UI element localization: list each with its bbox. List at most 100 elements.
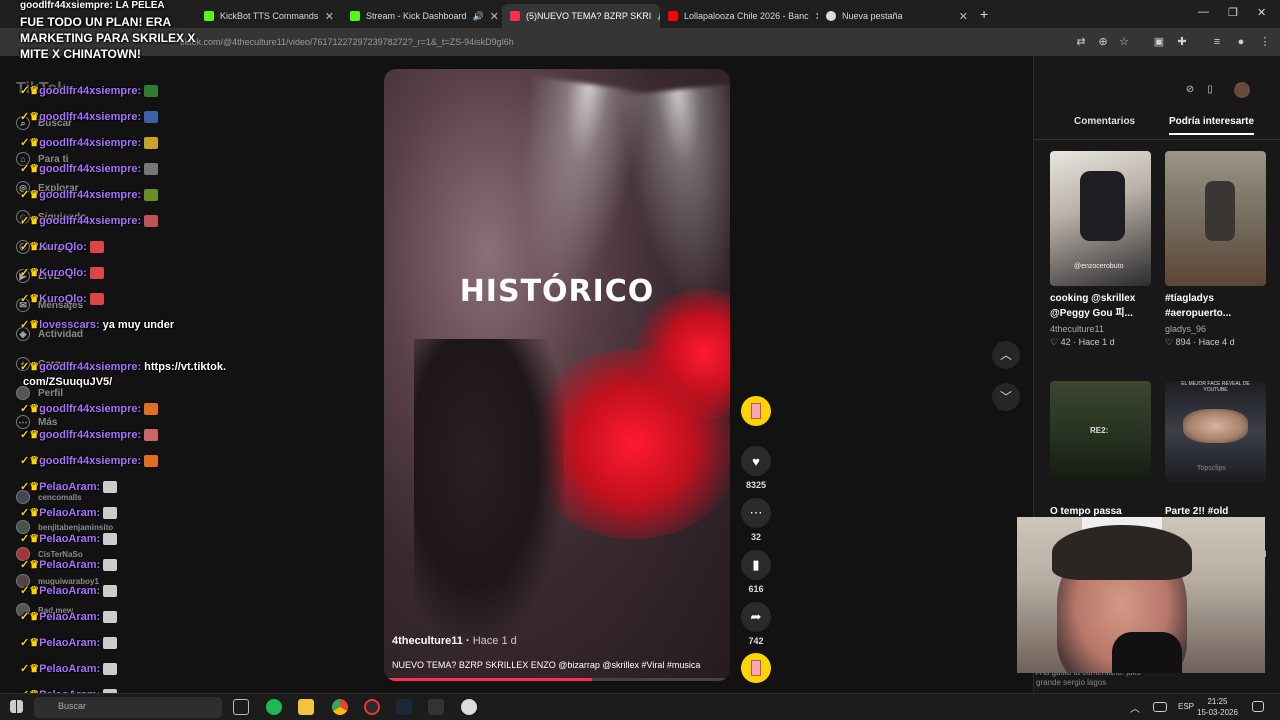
taskbar-search[interactable]: Buscar (34, 697, 222, 718)
kick-favicon-icon (350, 11, 360, 21)
translate-icon[interactable]: ⇄ (1075, 36, 1087, 48)
video-author[interactable]: 4theculture11 · Hace 1 d (392, 635, 517, 647)
notifications-icon[interactable] (1252, 701, 1264, 712)
save-button[interactable]: ▮ 616 (740, 550, 772, 594)
new-tab-button[interactable]: + (980, 6, 988, 22)
tab-tiktok[interactable]: (5)NUEVO TEMA? BZRP SKRI 🔊 ✕ (502, 4, 660, 28)
chat-badge-icon: ✓♛ (20, 559, 40, 571)
chat-username: goodlfr44xsiempre: (39, 137, 142, 149)
tab-lollapalooza[interactable]: Lollapalooza Chile 2026 - Banc ✕ (660, 4, 818, 28)
emote-icon (103, 533, 118, 546)
chat-username: lovesscars: (39, 319, 100, 331)
chat-badge-icon: ✓♛ (20, 455, 40, 467)
save-count: 616 (748, 584, 764, 594)
tab-new[interactable]: Nueva pestaña ✕ (818, 4, 976, 28)
reading-list-icon[interactable]: ≡ (1211, 36, 1223, 48)
compass-icon[interactable]: ⊘ (1182, 82, 1198, 98)
thumbnail-sublabel: Topsclips (1197, 465, 1226, 472)
chat-username: goodlfr44xsiempre: (39, 455, 142, 467)
card-user[interactable]: 4theculture11 (1050, 324, 1104, 334)
install-icon[interactable]: ⊕ (1097, 36, 1109, 48)
chat-username: PelaoAram: (39, 611, 101, 623)
task-view-icon[interactable] (233, 699, 249, 715)
like-button[interactable]: ♥ 8325 (740, 446, 772, 490)
previous-video-button[interactable]: ︿ (992, 341, 1020, 369)
share-button[interactable]: ➦ 742 (740, 602, 772, 646)
next-video-button[interactable]: ﹀ (992, 383, 1020, 411)
app-icon[interactable] (428, 699, 444, 715)
clock-time: 21:25 (1207, 697, 1228, 706)
close-tab-icon[interactable]: ✕ (325, 10, 334, 23)
thumbnail-label: EL MEJOR FACE REVEAL DE YOUTUBE (1181, 381, 1250, 393)
avatar (741, 396, 771, 426)
avatar[interactable] (1234, 82, 1250, 98)
bookmark-star-icon[interactable]: ☆ (1118, 36, 1130, 48)
profile-icon[interactable]: ● (1235, 36, 1247, 48)
chrome-icon[interactable] (332, 699, 348, 715)
device-icon[interactable]: ▯ (1202, 82, 1218, 98)
tab-label: Stream - Kick Dashboard (366, 11, 467, 21)
chat-headline: goodlfr44xsiempre: LA PELEA FUE TODO UN … (20, 0, 200, 62)
card-title[interactable]: #tíagladys #aeropuerto... (1165, 291, 1265, 321)
keyboard-icon[interactable] (1153, 702, 1167, 712)
creator-avatar-button[interactable] (740, 396, 772, 426)
chat-text: ya muy under (102, 319, 175, 331)
heart-icon: ♥ (741, 446, 771, 476)
maximize-icon[interactable]: ❐ (1228, 6, 1238, 19)
emote-icon (89, 241, 104, 254)
chat-message: ✓♛goodlfr44xsiempre: (20, 162, 159, 176)
card-user[interactable]: gladys_96 (1165, 324, 1206, 334)
windows-start-icon[interactable] (10, 700, 23, 713)
video-thumbnail[interactable]: RE2: (1050, 381, 1151, 481)
chat-username: goodlfr44xsiempre: (39, 403, 142, 415)
chat-username: PelaoAram: (39, 507, 101, 519)
tab-search-icon[interactable]: ▣ (1153, 36, 1165, 48)
close-tab-icon[interactable]: ✕ (490, 10, 499, 23)
card-title[interactable]: cooking @skrillex @Peggy Gou 피... (1050, 291, 1150, 321)
language-indicator[interactable]: ESP (1178, 702, 1194, 711)
thumbnail-label: @enzocerobuto (1074, 263, 1124, 270)
video-thumbnail[interactable]: @enzocerobuto (1050, 151, 1151, 286)
emote-icon (89, 267, 104, 280)
spotify-icon[interactable] (266, 699, 282, 715)
chat-username: PelaoAram: (39, 559, 101, 571)
progress-fill (384, 678, 592, 681)
close-tab-icon[interactable]: ✕ (959, 10, 968, 23)
share-icon: ➦ (741, 602, 771, 632)
video-progress-bar[interactable] (384, 678, 730, 681)
obs-icon[interactable] (364, 699, 380, 715)
app-icon[interactable] (461, 699, 477, 715)
chat-headline-top: goodlfr44xsiempre: LA PELEA (20, 0, 165, 11)
chrome-favicon-icon (826, 11, 836, 21)
extensions-icon[interactable]: ✚ (1176, 36, 1188, 48)
chat-message: ✓♛goodlfr44xsiempre: (20, 402, 159, 416)
chat-headline-text: FUE TODO UN PLAN! ERA MARKETING PARA SKR… (20, 15, 196, 61)
comment-button[interactable]: ⋯ 32 (740, 498, 772, 542)
minimize-icon[interactable]: — (1198, 6, 1209, 18)
file-explorer-icon[interactable] (298, 699, 314, 715)
chat-message: ✓♛PelaoAram: (20, 662, 118, 676)
tray-chevron-icon[interactable]: ︿ (1130, 700, 1142, 716)
chat-username: PelaoAram: (39, 481, 101, 493)
close-window-icon[interactable]: ✕ (1257, 6, 1266, 19)
like-count: 8325 (745, 480, 767, 490)
video-thumbnail[interactable] (1165, 151, 1266, 286)
clock[interactable]: 21:25 15-03-2026 (1197, 696, 1238, 718)
emote-icon (144, 189, 159, 202)
steam-icon[interactable] (396, 699, 412, 715)
chat-message: ✓♛PelaoAram: (20, 584, 118, 598)
chat-message: ✓♛goodlfr44xsiempre: (20, 110, 159, 124)
video-thumbnail[interactable]: EL MEJOR FACE REVEAL DE YOUTUBE Topsclip… (1165, 381, 1266, 481)
chat-username: KuroQlo: (39, 241, 87, 253)
speaker-icon[interactable]: 🔊 (473, 11, 484, 22)
bookmark-icon: ▮ (741, 550, 771, 580)
music-disc-button[interactable] (740, 653, 772, 683)
menu-icon[interactable]: ⋮ (1259, 36, 1271, 48)
video-player[interactable]: HISTÓRICO 4theculture11 · Hace 1 d NUEVO… (384, 69, 730, 681)
card-stats: ♡ 42 · Hace 1 d (1050, 337, 1115, 347)
tab-recommended[interactable]: Podría interesarte (1169, 116, 1255, 135)
chat-badge-icon: ✓♛ (20, 319, 40, 331)
tab-comments[interactable]: Comentarios (1074, 116, 1135, 127)
tab-kick-dashboard[interactable]: Stream - Kick Dashboard 🔊 ✕ (342, 4, 500, 28)
chat-message: ✓♛PelaoAram: (20, 480, 118, 494)
